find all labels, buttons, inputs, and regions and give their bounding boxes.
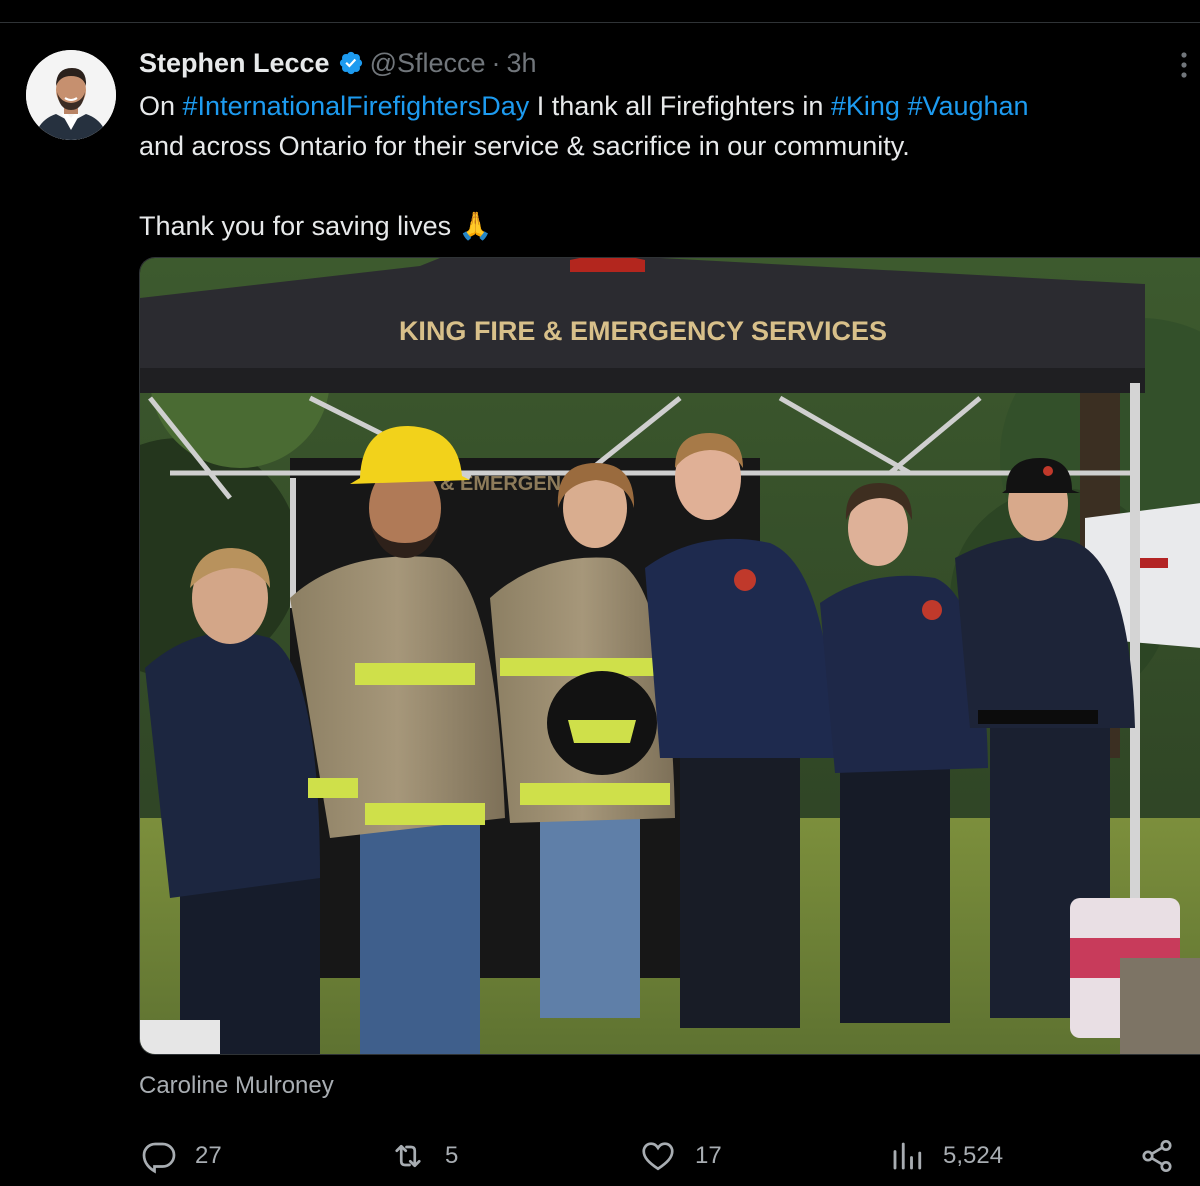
reply-icon [142, 1142, 176, 1174]
hashtag-king[interactable]: #King [831, 91, 900, 121]
views-button[interactable]: 5,524 [889, 1134, 1003, 1178]
more-options-icon[interactable] [1172, 48, 1196, 82]
handle[interactable]: @Sflecce [370, 48, 486, 79]
separator-dot: · [491, 47, 501, 78]
verified-badge-icon[interactable] [338, 50, 364, 76]
avatar[interactable] [26, 50, 116, 140]
reply-button[interactable]: 27 [141, 1134, 222, 1178]
tweet-text: On #InternationalFirefightersDay I thank… [139, 86, 1189, 246]
tweet-text-line-2: and across Ontario for their service & s… [139, 131, 910, 161]
views-icon [893, 1142, 922, 1170]
share-icon [1142, 1139, 1172, 1173]
view-count: 5,524 [943, 1142, 1004, 1169]
hashtag-international-firefighters-day[interactable]: #InternationalFirefightersDay [183, 91, 530, 121]
repost-button[interactable]: 5 [389, 1134, 458, 1178]
share-button[interactable] [1139, 1134, 1193, 1178]
like-count: 17 [695, 1142, 722, 1169]
tweet[interactable]: Stephen Lecce @Sflecce · 3h On #Internat… [0, 0, 1200, 1186]
tagged-user[interactable]: Caroline Mulroney [139, 1072, 334, 1100]
tweet-text-line-3: Thank you for saving lives 🙏 [139, 211, 493, 241]
display-name[interactable]: Stephen Lecce [139, 48, 330, 79]
tweet-text-line-1: On #InternationalFirefightersDay I thank… [139, 86, 1189, 126]
text-segment: On [139, 91, 183, 121]
repost-count: 5 [445, 1142, 459, 1169]
tweet-photo[interactable]: & EMERGENCY SE KING FIRE & EMERGENCY SER… [139, 257, 1200, 1055]
tent-banner-text: KING FIRE & EMERGENCY SERVICES [399, 316, 887, 346]
timestamp[interactable]: 3h [507, 48, 537, 79]
firefighters-photo-illustration: & EMERGENCY SE KING FIRE & EMERGENCY SER… [140, 258, 1200, 1054]
heart-icon [642, 1142, 674, 1171]
text-segment: I thank all Firefighters in [529, 91, 831, 121]
action-bar: 27 5 17 5,524 [139, 1134, 1200, 1178]
like-button[interactable]: 17 [639, 1134, 722, 1178]
reply-count: 27 [195, 1142, 222, 1169]
tweet-header: Stephen Lecce @Sflecce · 3h [139, 46, 537, 80]
repost-icon [395, 1144, 421, 1168]
hashtag-vaughan[interactable]: #Vaughan [907, 91, 1028, 121]
